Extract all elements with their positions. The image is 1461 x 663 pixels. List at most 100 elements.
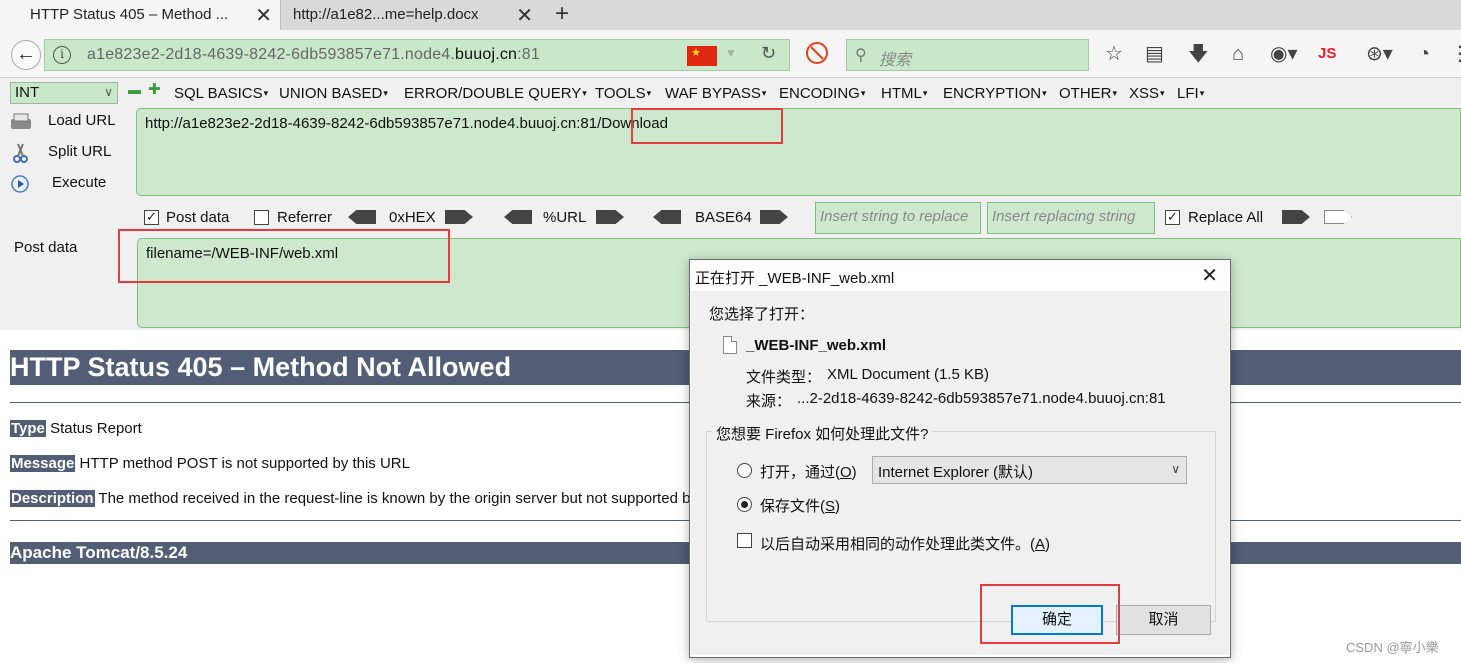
- js-toggle-icon[interactable]: JS: [1318, 43, 1336, 65]
- base64-decode-arrow-icon[interactable]: [653, 210, 681, 224]
- menu-encoding[interactable]: ENCODING: [779, 85, 865, 102]
- source-label: 来源：: [746, 393, 792, 410]
- url-textarea[interactable]: http://a1e823e2-2d18-4639-8242-6db593857…: [136, 108, 1461, 196]
- tab-help-docx[interactable]: http://a1e82...me=help.docx ✕: [281, 0, 541, 30]
- highlight-box-download: [631, 108, 783, 144]
- reading-list-icon[interactable]: ▤: [1145, 43, 1164, 65]
- menu-error-double-query[interactable]: ERROR/DOUBLE QUERY: [404, 85, 587, 102]
- server-version: Apache Tomcat/8.5.24: [10, 543, 188, 562]
- open-with-radio[interactable]: [737, 463, 752, 478]
- info-icon[interactable]: i: [53, 46, 71, 64]
- chosen-label: 您选择了打开：: [709, 306, 815, 323]
- menu-html[interactable]: HTML: [881, 85, 927, 102]
- referrer-checkbox[interactable]: [254, 210, 269, 225]
- url-text: a1e823e2-2d18-4639-8242-6db593857e71.nod…: [87, 46, 540, 63]
- source-value: ...2-2d18-4639-8242-6db593857e71.node4.b…: [797, 390, 1166, 407]
- description-value: The method received in the request-line …: [98, 490, 698, 507]
- url-encode-arrow-icon[interactable]: [596, 210, 624, 224]
- menu-union-based[interactable]: UNION BASED: [279, 85, 388, 102]
- replace-string-input[interactable]: Insert string to replace: [815, 202, 981, 234]
- tab-label: http://a1e82...me=help.docx: [293, 6, 479, 23]
- file-icon: [723, 336, 737, 354]
- post-data-label: Post data: [14, 239, 78, 256]
- auto-action-label: 以后自动采用相同的动作处理此类文件。(A): [760, 536, 1051, 553]
- split-url-button[interactable]: Split URL: [10, 141, 120, 165]
- menu-xss[interactable]: XSS: [1129, 85, 1165, 102]
- dialog-body: 您选择了打开： _WEB-INF_web.xml 文件类型： XML Docum…: [691, 291, 1229, 655]
- split-url-label: Split URL: [48, 143, 112, 160]
- load-url-icon: [11, 113, 31, 129]
- execute-label: Execute: [52, 174, 107, 191]
- type-line: Type Status Report: [10, 420, 142, 437]
- load-url-label: Load URL: [48, 112, 116, 129]
- post-data-checkbox-label: Post data: [166, 209, 230, 226]
- type-tag: Type: [10, 420, 46, 437]
- hex-decode-arrow-icon[interactable]: [348, 210, 376, 224]
- replacing-string-input[interactable]: Insert replacing string: [987, 202, 1155, 234]
- base64-label: BASE64: [695, 209, 752, 226]
- globe-icon[interactable]: ◉▾: [1270, 43, 1298, 65]
- replace-next-arrow-icon[interactable]: [1324, 210, 1352, 224]
- menu-other[interactable]: OTHER: [1059, 85, 1117, 102]
- download-icon[interactable]: 🡇: [1188, 43, 1209, 65]
- post-data-checkbox[interactable]: ✓: [144, 210, 159, 225]
- url-encoding-label: %URL: [543, 209, 587, 226]
- watermark: CSDN @寧小樂: [1346, 640, 1439, 655]
- url-bar[interactable]: i a1e823e2-2d18-4639-8242-6db593857e71.n…: [44, 39, 790, 71]
- cancel-button[interactable]: 取消: [1116, 605, 1211, 635]
- save-file-radio[interactable]: [737, 497, 752, 512]
- base64-encode-arrow-icon[interactable]: [760, 210, 788, 224]
- menu-lfi[interactable]: LFI: [1177, 85, 1204, 102]
- open-with-label: 打开，通过(O): [760, 464, 857, 481]
- plus-icon[interactable]: ✚: [148, 82, 161, 97]
- home-icon[interactable]: ⌂: [1232, 43, 1244, 65]
- navigation-bar: ← i a1e823e2-2d18-4639-8242-6db593857e71…: [0, 30, 1461, 78]
- block-icon[interactable]: [806, 42, 828, 64]
- message-line: Message HTTP method POST is not supporte…: [10, 455, 410, 472]
- extension-icon[interactable]: ⊛▾: [1366, 43, 1393, 65]
- chevron-down-icon[interactable]: ▼: [725, 46, 737, 60]
- url-decode-arrow-icon[interactable]: [504, 210, 532, 224]
- close-icon[interactable]: ✕: [255, 3, 272, 28]
- message-value: HTTP method POST is not supported by thi…: [79, 455, 410, 472]
- open-with-app-select[interactable]: Internet Explorer (默认) ∨: [872, 456, 1187, 484]
- message-tag: Message: [10, 455, 76, 472]
- close-icon[interactable]: ✕: [516, 3, 533, 28]
- china-flag-icon: ★: [687, 46, 717, 66]
- menu-sql-basics[interactable]: SQL BASICS: [174, 85, 268, 102]
- hex-label: 0xHEX: [389, 209, 436, 226]
- replace-arrow-icon[interactable]: [1282, 210, 1310, 224]
- chevron-down-icon: ∨: [104, 85, 113, 99]
- menu-encryption[interactable]: ENCRYPTION: [943, 85, 1047, 102]
- action-question: 您想要 Firefox 如何处理此文件?: [712, 423, 933, 444]
- menu-waf-bypass[interactable]: WAF BYPASS: [665, 85, 766, 102]
- auto-action-checkbox[interactable]: [737, 533, 752, 548]
- highlight-box-post-data: [118, 229, 450, 283]
- type-value: Status Report: [50, 420, 142, 437]
- search-input[interactable]: ⚲ 搜索: [846, 39, 1089, 71]
- menu-tools[interactable]: TOOLS: [595, 85, 651, 102]
- reload-icon[interactable]: ↻: [761, 43, 776, 64]
- download-dialog: 正在打开 _WEB-INF_web.xml ✕ 您选择了打开： _WEB-INF…: [689, 259, 1231, 658]
- replace-all-label: Replace All: [1188, 209, 1264, 226]
- execute-button[interactable]: Execute: [10, 172, 120, 196]
- referrer-checkbox-label: Referrer: [277, 209, 333, 226]
- type-select[interactable]: INT ∨: [10, 82, 118, 104]
- page-title: HTTP Status 405 – Method Not Allowed: [10, 352, 512, 382]
- filetype-label: 文件类型：: [746, 369, 822, 386]
- minus-icon[interactable]: ▬: [128, 83, 141, 96]
- load-url-button[interactable]: Load URL: [10, 110, 120, 134]
- replace-all-checkbox[interactable]: ✓: [1165, 210, 1180, 225]
- new-tab-plus-icon[interactable]: +: [555, 0, 569, 28]
- back-arrow-icon[interactable]: ←: [11, 40, 41, 70]
- tab-strip: HTTP Status 405 – Method ... ✕ http://a1…: [0, 0, 1461, 30]
- bookmark-star-icon[interactable]: ☆: [1105, 43, 1123, 65]
- hex-encode-arrow-icon[interactable]: [445, 210, 473, 224]
- url-value: http://a1e823e2-2d18-4639-8242-6db593857…: [145, 115, 668, 132]
- tab-http-status[interactable]: HTTP Status 405 – Method ... ✕: [0, 0, 281, 30]
- close-icon[interactable]: ✕: [1201, 263, 1218, 288]
- save-file-label: 保存文件(S): [760, 498, 841, 515]
- palette-icon[interactable]: ◔: [1418, 43, 1430, 65]
- overflow-menu-icon[interactable]: ⋮: [1450, 43, 1461, 65]
- description-tag: Description: [10, 490, 95, 507]
